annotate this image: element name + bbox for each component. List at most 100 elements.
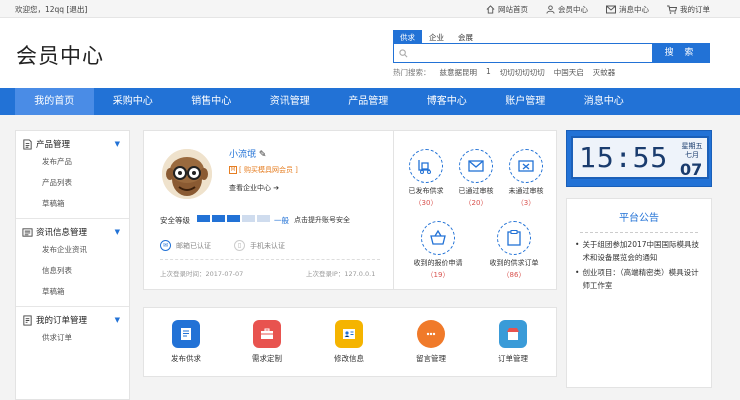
mail-icon — [606, 5, 616, 14]
forklift-icon — [418, 160, 431, 174]
home-icon — [486, 5, 495, 14]
security-bar — [257, 215, 270, 222]
nav-sales[interactable]: 销售中心 — [172, 88, 251, 115]
company-center-link[interactable]: 查看企业中心 ➔ — [229, 183, 279, 193]
search-button[interactable]: 搜 索 — [652, 43, 710, 63]
sidebar-item-news-list[interactable]: 信息列表 — [16, 260, 129, 281]
member-badge: M [ 购买模具网会员 ] — [229, 166, 298, 174]
sidebar-group-news: 资讯信息管理 ▼ 发布企业资讯 信息列表 草稿箱 — [16, 219, 129, 307]
hot-term[interactable]: 中国天启 — [554, 67, 584, 78]
basket-icon — [430, 229, 446, 245]
top-bar: 欢迎您，12qq [退出] 网站首页 会员中心 消息中心 我的订单 — [0, 0, 740, 18]
notice-title: 平台公告 — [619, 213, 659, 224]
search-icon — [399, 49, 408, 58]
caret-down-icon: ▼ — [114, 140, 120, 148]
divider — [160, 259, 380, 260]
header: 会员中心 供求 企业 会展 搜 索 热门搜索： 兹意据昆明 1 切切切切切切 中… — [0, 18, 740, 88]
sidebar-item-publish-product[interactable]: 发布产品 — [16, 151, 129, 172]
email-auth[interactable]: ✉ 邮箱已认证 — [160, 240, 211, 251]
order-icon — [23, 314, 32, 326]
phone-auth[interactable]: ▯ 手机未认证 — [234, 240, 285, 251]
user-icon — [546, 5, 555, 14]
sidebar-group-orders: 我的订单管理 ▼ 供求订单 — [16, 307, 129, 352]
top-link-messages[interactable]: 消息中心 — [606, 4, 649, 15]
hot-term[interactable]: 1 — [486, 67, 491, 78]
publish-icon — [172, 320, 200, 348]
quick-messages[interactable]: 留言管理 — [401, 320, 461, 364]
email-icon: ✉ — [160, 240, 171, 251]
nav-purchase[interactable]: 采购中心 — [94, 88, 173, 115]
nav-home[interactable]: 我的首页 — [15, 88, 94, 115]
stat-rejected[interactable]: 未通过审核 （3） — [496, 149, 556, 208]
platform-notice: 平台公告 • 关于组团参加2017中国国际模具技术和设备展览会的通知 • 创业项目：… — [566, 198, 712, 388]
nav-news[interactable]: 资讯管理 — [251, 88, 330, 115]
product-icon — [23, 138, 32, 150]
top-link-member[interactable]: 会员中心 — [546, 4, 588, 15]
nav-messages[interactable]: 消息中心 — [565, 88, 644, 115]
stat-supply-orders[interactable]: 收到的供求订单 （86） — [484, 221, 544, 280]
search-input[interactable] — [393, 43, 653, 63]
notice-item[interactable]: • 创业项目：（高端精密类）模具设计师工作室 — [575, 267, 703, 292]
stat-quote-requests[interactable]: 收到的报价申请 （19） — [408, 221, 468, 280]
sidebar-group-title[interactable]: 资讯信息管理 ▼ — [16, 225, 129, 239]
security-bar — [197, 215, 210, 222]
news-icon — [22, 227, 33, 237]
hot-term[interactable]: 兹意据昆明 — [440, 67, 478, 78]
greeting: 欢迎您，12qq [退出] — [15, 5, 88, 14]
clipboard-icon — [507, 230, 521, 246]
rejected-icon — [518, 160, 534, 172]
top-link-orders[interactable]: 我的订单 — [667, 4, 710, 15]
order-stats: 已发布供求 （30） 已通过审核 （20） 未通过审核 （3） 收到的报价申请 … — [393, 130, 557, 290]
security-bar — [212, 215, 225, 222]
quick-orders[interactable]: 订单管理 — [483, 320, 543, 364]
security-bar — [242, 215, 255, 222]
page-title: 会员中心 — [16, 44, 104, 68]
sidebar-group-title[interactable]: 我的订单管理 ▼ — [16, 313, 129, 327]
clock-day: 星期五 七月 — [681, 142, 703, 159]
security-label: 安全等级 — [160, 216, 190, 225]
cart-icon — [667, 5, 677, 14]
security-meter — [197, 215, 270, 222]
clock-time: 15:55 — [579, 141, 669, 174]
sidebar-item-publish-news[interactable]: 发布企业资讯 — [16, 239, 129, 260]
nav-account[interactable]: 账户管理 — [486, 88, 565, 115]
last-login-ip: 上次登录IP：127.0.0.1 — [306, 270, 376, 278]
main-nav: 我的首页 采购中心 销售中心 资讯管理 产品管理 博客中心 账户管理 消息中心 — [0, 88, 740, 115]
caret-down-icon: ▼ — [114, 228, 120, 236]
sidebar: 产品管理 ▼ 发布产品 产品列表 草稿箱 资讯信息管理 ▼ 发布企业资讯 信息列… — [15, 130, 130, 400]
id-card-icon — [335, 320, 363, 348]
nav-products[interactable]: 产品管理 — [329, 88, 408, 115]
hot-searches: 热门搜索： 兹意据昆明 1 切切切切切切 中国天启 灭蚊器 — [393, 67, 616, 78]
top-link-home[interactable]: 网站首页 — [486, 4, 528, 15]
quick-publish[interactable]: 发布供求 — [156, 320, 216, 364]
security-level: 一般 — [274, 216, 289, 225]
quick-custom[interactable]: 需求定制 — [237, 320, 297, 364]
arrow-right-icon: ➔ — [273, 184, 280, 192]
hot-term[interactable]: 切切切切切切 — [500, 67, 545, 78]
sidebar-item-product-list[interactable]: 产品列表 — [16, 172, 129, 193]
edit-icon[interactable]: ✎ — [259, 150, 267, 160]
nav-blog[interactable]: 博客中心 — [408, 88, 487, 115]
chat-icon — [417, 320, 445, 348]
logout-link[interactable]: [退出] — [66, 5, 87, 14]
avatar[interactable] — [162, 149, 212, 199]
phone-icon: ▯ — [234, 240, 245, 251]
clock-widget: 15:55 星期五 七月 07 — [566, 130, 712, 187]
sidebar-item-drafts[interactable]: 草稿箱 — [16, 281, 129, 302]
hot-term[interactable]: 灭蚊器 — [593, 67, 616, 78]
profile-name[interactable]: 小流氓 ✎ — [229, 147, 266, 160]
quick-actions: 发布供求 需求定制 修改信息 留言管理 订单管理 — [143, 307, 557, 377]
sidebar-item-supply-orders[interactable]: 供求订单 — [16, 327, 129, 348]
toolbox-icon — [253, 320, 281, 348]
notice-item[interactable]: • 关于组团参加2017中国国际模具技术和设备展览会的通知 — [575, 239, 703, 264]
approved-icon — [468, 160, 484, 172]
sidebar-group-products: 产品管理 ▼ 发布产品 产品列表 草稿箱 — [16, 131, 129, 219]
sidebar-group-title[interactable]: 产品管理 ▼ — [16, 137, 129, 151]
quick-edit-info[interactable]: 修改信息 — [319, 320, 379, 364]
caret-down-icon: ▼ — [114, 316, 120, 324]
badge-icon: M — [229, 166, 237, 174]
security-bar — [227, 215, 240, 222]
last-login-time: 上次登录时间：2017-07-07 — [160, 270, 244, 278]
security-upgrade-link[interactable]: 点击提升账号安全 — [294, 215, 350, 225]
sidebar-item-drafts[interactable]: 草稿箱 — [16, 193, 129, 214]
